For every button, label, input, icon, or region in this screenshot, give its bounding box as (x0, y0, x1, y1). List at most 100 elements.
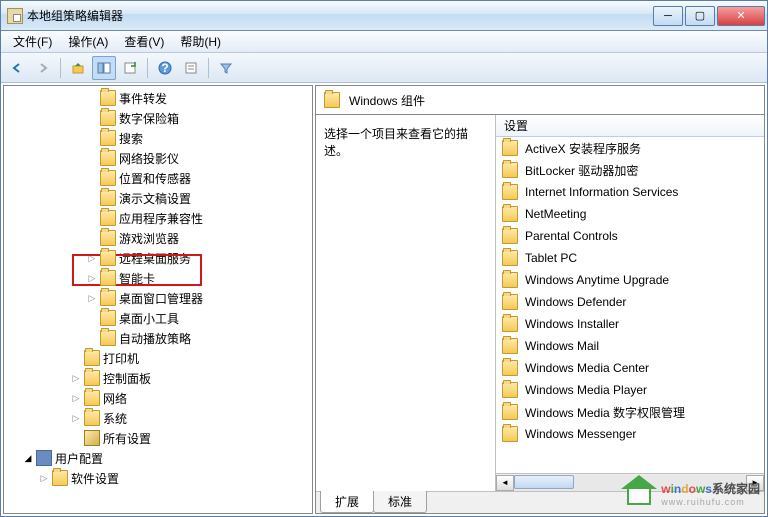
tab-extended[interactable]: 扩展 (320, 491, 374, 513)
scroll-left-button[interactable]: ◄ (496, 475, 514, 491)
tree-item[interactable]: ▷系统 (4, 408, 312, 428)
tree-item[interactable]: ▷ 智能卡 (4, 268, 312, 288)
tree-expander-icon[interactable] (84, 150, 100, 166)
toolbar: ? (1, 53, 767, 83)
close-button[interactable]: ✕ (717, 6, 765, 26)
tree-item[interactable]: 事件转发 (4, 88, 312, 108)
list-item-label: NetMeeting (525, 207, 586, 221)
detail-pane: Windows 组件 选择一个项目来查看它的描述。 设置 ActiveX 安装程… (315, 85, 765, 514)
tree-item[interactable]: 网络投影仪 (4, 148, 312, 168)
menu-file[interactable]: 文件(F) (5, 31, 60, 52)
list-item[interactable]: Windows Mail (496, 335, 764, 357)
tree-item[interactable]: ▷远程桌面服务 (4, 248, 312, 268)
maximize-button[interactable]: ▢ (685, 6, 715, 26)
properties-button[interactable] (179, 56, 203, 80)
list-item-label: Windows Anytime Upgrade (525, 273, 669, 287)
list-item[interactable]: ActiveX 安装程序服务 (496, 137, 764, 159)
titlebar[interactable]: 本地组策略编辑器 ─ ▢ ✕ (1, 1, 767, 31)
tree-item-label: 游戏浏览器 (119, 230, 179, 247)
tree-expander-icon[interactable]: ▷ (84, 270, 100, 286)
tree-expander-icon[interactable] (84, 190, 100, 206)
menu-help[interactable]: 帮助(H) (172, 31, 229, 52)
scroll-thumb[interactable] (514, 475, 574, 489)
tree-expander-icon[interactable] (84, 90, 100, 106)
scroll-right-button[interactable]: ► (746, 475, 764, 491)
list-item[interactable]: Windows Anytime Upgrade (496, 269, 764, 291)
tree-item[interactable]: 数字保险箱 (4, 108, 312, 128)
tree-expander-icon[interactable] (84, 210, 100, 226)
list-item[interactable]: Internet Information Services (496, 181, 764, 203)
back-button[interactable] (5, 56, 29, 80)
tree-item[interactable]: ▷网络 (4, 388, 312, 408)
tree-item[interactable]: 打印机 (4, 348, 312, 368)
list-item[interactable]: Windows Defender (496, 291, 764, 313)
tree-expander-icon[interactable]: ▷ (84, 250, 100, 266)
scroll-track[interactable] (514, 475, 746, 491)
list-item[interactable]: Windows Installer (496, 313, 764, 335)
content-area: 事件转发数字保险箱搜索网络投影仪位置和传感器演示文稿设置应用程序兼容性游戏浏览器… (1, 83, 767, 516)
horizontal-scrollbar[interactable]: ◄ ► (496, 473, 764, 491)
tree-item-label: 智能卡 (119, 270, 155, 287)
help-button[interactable]: ? (153, 56, 177, 80)
filter-button[interactable] (214, 56, 238, 80)
tree-expander-icon[interactable]: ▷ (68, 410, 84, 426)
app-window: 本地组策略编辑器 ─ ▢ ✕ 文件(F) 操作(A) 查看(V) 帮助(H) ?… (0, 0, 768, 517)
menu-action[interactable]: 操作(A) (60, 31, 116, 52)
tree-item[interactable]: ▷软件设置 (4, 468, 312, 488)
forward-button[interactable] (31, 56, 55, 80)
tree-item[interactable]: 应用程序兼容性 (4, 208, 312, 228)
folder-icon (84, 370, 100, 386)
tree-expander-icon[interactable]: ▷ (68, 370, 84, 386)
folder-icon (84, 410, 100, 426)
show-hide-tree-button[interactable] (92, 56, 116, 80)
tree-item[interactable]: 位置和传感器 (4, 168, 312, 188)
tree-expander-icon[interactable] (68, 430, 84, 446)
tree-expander-icon[interactable] (84, 130, 100, 146)
detail-list: 设置 ActiveX 安装程序服务 BitLocker 驱动器加密 Internet… (496, 115, 764, 491)
tree-pane[interactable]: 事件转发数字保险箱搜索网络投影仪位置和传感器演示文稿设置应用程序兼容性游戏浏览器… (3, 85, 313, 514)
tree-item[interactable]: ▷桌面窗口管理器 (4, 288, 312, 308)
tree-item[interactable]: 自动播放策略 (4, 328, 312, 348)
tree-item[interactable]: 搜索 (4, 128, 312, 148)
tree-expander-icon[interactable]: ▷ (68, 390, 84, 406)
list-column-header[interactable]: 设置 (496, 115, 764, 137)
list-item[interactable]: NetMeeting (496, 203, 764, 225)
tree-expander-icon[interactable]: ▷ (84, 290, 100, 306)
folder-icon (100, 270, 116, 286)
list-item[interactable]: Windows Media Player (496, 379, 764, 401)
tab-standard[interactable]: 标准 (373, 491, 427, 513)
list-item[interactable]: Windows Media 数字权限管理 (496, 401, 764, 423)
tree-expander-icon[interactable] (84, 230, 100, 246)
list-item[interactable]: Tablet PC (496, 247, 764, 269)
folder-icon (324, 92, 340, 108)
tree-item[interactable]: 演示文稿设置 (4, 188, 312, 208)
tree-expander-icon[interactable] (84, 330, 100, 346)
tree-expander-icon[interactable]: ◢ (20, 450, 36, 466)
folder-icon (502, 140, 518, 156)
folder-icon (100, 210, 116, 226)
tree-item[interactable]: 桌面小工具 (4, 308, 312, 328)
tree-item[interactable]: 游戏浏览器 (4, 228, 312, 248)
menu-view[interactable]: 查看(V) (116, 31, 172, 52)
tree-item-label: 打印机 (103, 350, 139, 367)
folder-icon (100, 110, 116, 126)
tree-expander-icon[interactable]: ▷ (36, 470, 52, 486)
export-list-button[interactable] (118, 56, 142, 80)
tree-expander-icon[interactable] (84, 170, 100, 186)
list-item[interactable]: Windows Media Center (496, 357, 764, 379)
tree-expander-icon[interactable] (84, 110, 100, 126)
list-body[interactable]: ActiveX 安装程序服务 BitLocker 驱动器加密 Internet In… (496, 137, 764, 473)
tree-item[interactable]: ▷控制面板 (4, 368, 312, 388)
minimize-button[interactable]: ─ (653, 6, 683, 26)
up-button[interactable] (66, 56, 90, 80)
tree-item[interactable]: 所有设置 (4, 428, 312, 448)
list-item[interactable]: BitLocker 驱动器加密 (496, 159, 764, 181)
tree-item[interactable]: ◢用户配置 (4, 448, 312, 468)
list-item[interactable]: Parental Controls (496, 225, 764, 247)
tree-expander-icon[interactable] (68, 350, 84, 366)
list-item-label: BitLocker 驱动器加密 (525, 162, 638, 179)
list-item[interactable]: Windows Messenger (496, 423, 764, 445)
folder-icon (100, 330, 116, 346)
list-item-label: Parental Controls (525, 229, 618, 243)
tree-expander-icon[interactable] (84, 310, 100, 326)
